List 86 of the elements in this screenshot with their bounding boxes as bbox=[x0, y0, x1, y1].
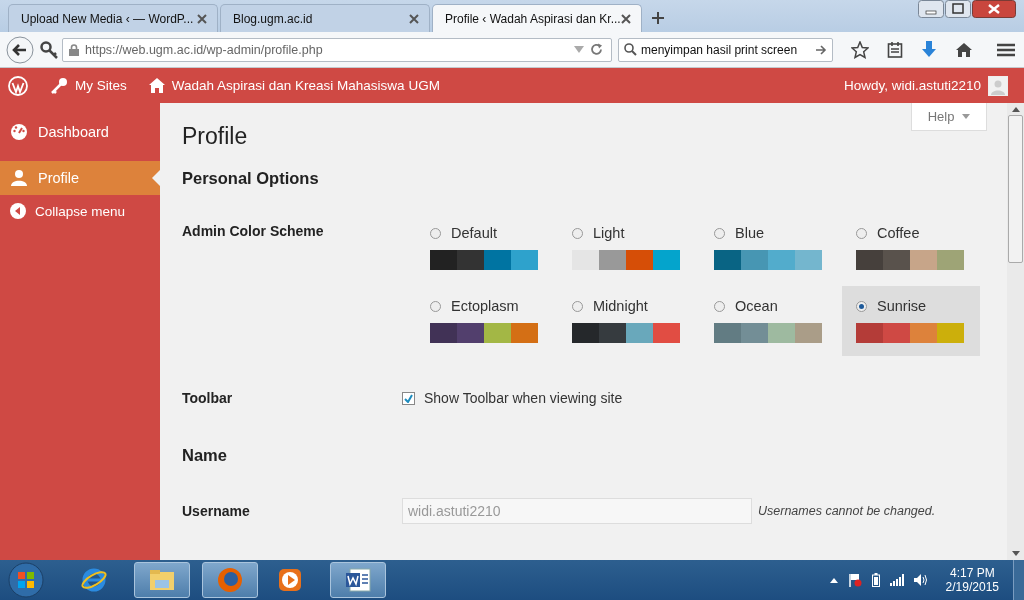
taskbar-app-button[interactable] bbox=[202, 562, 258, 598]
firefox-icon bbox=[216, 566, 244, 594]
close-icon[interactable] bbox=[197, 13, 207, 24]
browser-tab[interactable]: Upload New Media ‹ — WordP... bbox=[8, 4, 218, 32]
reload-icon[interactable] bbox=[590, 43, 603, 56]
field-description: Usernames cannot be changed. bbox=[758, 504, 936, 518]
wordpress-logo-icon[interactable] bbox=[8, 75, 28, 96]
radio-button[interactable] bbox=[430, 300, 441, 312]
color-scheme-option[interactable]: Midnight bbox=[558, 286, 696, 356]
maximize-icon[interactable] bbox=[945, 0, 971, 18]
radio-button[interactable] bbox=[856, 300, 867, 312]
checkbox[interactable] bbox=[402, 391, 415, 405]
color-scheme-option[interactable]: Ectoplasm bbox=[416, 286, 554, 356]
address-bar[interactable]: https://web.ugm.ac.id/wp-admin/profile.php bbox=[62, 37, 612, 62]
browser-e-icon bbox=[80, 566, 108, 594]
section-heading: Name bbox=[182, 445, 228, 466]
start-button-icon[interactable] bbox=[6, 562, 46, 598]
arrow-icon[interactable] bbox=[815, 43, 827, 56]
radio-button[interactable] bbox=[430, 227, 441, 239]
reading-list-icon[interactable] bbox=[887, 41, 903, 58]
field-label: Admin Color Scheme bbox=[182, 222, 325, 239]
new-tab-icon[interactable] bbox=[652, 12, 664, 24]
scheme-name: Light bbox=[593, 225, 625, 241]
caret-icon bbox=[962, 114, 971, 119]
radio-button[interactable] bbox=[856, 227, 867, 239]
color-scheme-option[interactable]: Ocean bbox=[700, 286, 838, 356]
section-heading: Personal Options bbox=[182, 168, 320, 189]
my-sites-link[interactable]: My Sites bbox=[50, 76, 127, 95]
dashboard-gauge-icon bbox=[10, 123, 28, 141]
star-icon[interactable] bbox=[851, 40, 869, 59]
checkbox-label[interactable]: Show Toolbar when viewing site bbox=[424, 390, 623, 406]
color-scheme-option[interactable]: Sunrise bbox=[842, 286, 980, 356]
lock-icon bbox=[69, 43, 79, 56]
key-icon[interactable] bbox=[40, 40, 58, 59]
flag-icon[interactable] bbox=[847, 573, 862, 587]
media-player-icon bbox=[276, 566, 304, 594]
close-icon[interactable] bbox=[621, 13, 631, 24]
word-icon bbox=[344, 566, 372, 594]
page-title: Profile bbox=[182, 122, 249, 151]
scheme-name: Default bbox=[451, 225, 497, 241]
battery-icon[interactable] bbox=[871, 573, 880, 587]
color-scheme-option[interactable]: Coffee bbox=[842, 213, 980, 283]
taskbar-app-button[interactable] bbox=[330, 562, 386, 598]
help-button[interactable]: Help bbox=[911, 103, 987, 131]
close-icon[interactable] bbox=[409, 13, 419, 24]
radio-button[interactable] bbox=[572, 300, 583, 312]
scheme-name: Coffee bbox=[877, 225, 920, 241]
field-label: Toolbar bbox=[182, 390, 234, 406]
checkmark-icon bbox=[404, 393, 413, 403]
scrollbar[interactable] bbox=[1007, 103, 1024, 560]
scroll-down-icon bbox=[1011, 551, 1020, 556]
radio-button[interactable] bbox=[714, 227, 725, 239]
menu-icon[interactable] bbox=[997, 42, 1015, 57]
clock[interactable]: 4:17 PM 2/19/2015 bbox=[945, 566, 999, 594]
scheme-name: Ectoplasm bbox=[451, 298, 519, 314]
home-icon[interactable] bbox=[955, 41, 973, 58]
sidebar-item[interactable]: Dashboard bbox=[0, 115, 160, 149]
scroll-up-icon bbox=[1011, 107, 1020, 112]
color-scheme-option[interactable]: Blue bbox=[700, 213, 838, 283]
color-scheme-option[interactable]: Default bbox=[416, 213, 554, 283]
signal-bars-icon[interactable] bbox=[889, 574, 904, 586]
field-label: Username bbox=[182, 503, 251, 519]
scheme-name: Sunrise bbox=[877, 298, 927, 314]
site-name-link[interactable]: Wadah Aspirasi dan Kreasi Mahasiswa UGM bbox=[148, 78, 440, 93]
key-icon bbox=[50, 76, 68, 95]
download-icon[interactable] bbox=[921, 40, 937, 59]
scheme-name: Ocean bbox=[735, 298, 778, 314]
scheme-name: Midnight bbox=[593, 298, 648, 314]
search-field[interactable]: menyimpan hasil print screen bbox=[618, 37, 833, 62]
chevron-up-icon[interactable] bbox=[829, 577, 838, 583]
radio-button[interactable] bbox=[572, 227, 583, 239]
minimize-icon[interactable] bbox=[918, 0, 944, 18]
browser-tab[interactable]: Blog.ugm.ac.id bbox=[220, 4, 430, 32]
scheme-name: Blue bbox=[735, 225, 765, 241]
avatar-icon bbox=[988, 75, 1008, 96]
close-icon[interactable] bbox=[972, 0, 1016, 18]
radio-button[interactable] bbox=[714, 300, 725, 312]
user-icon bbox=[10, 169, 28, 187]
home-icon bbox=[148, 78, 165, 93]
account-link[interactable]: Howdy, widi.astuti2210 bbox=[843, 75, 1008, 96]
browser-tab[interactable]: Profile ‹ Wadah Aspirasi dan Kr... bbox=[432, 4, 642, 32]
speaker-icon[interactable] bbox=[913, 574, 928, 586]
color-scheme-option[interactable]: Light bbox=[558, 213, 696, 283]
collapse-menu-link[interactable]: Collapse menu bbox=[0, 203, 160, 219]
search-icon bbox=[624, 43, 637, 56]
back-icon[interactable] bbox=[6, 35, 34, 64]
